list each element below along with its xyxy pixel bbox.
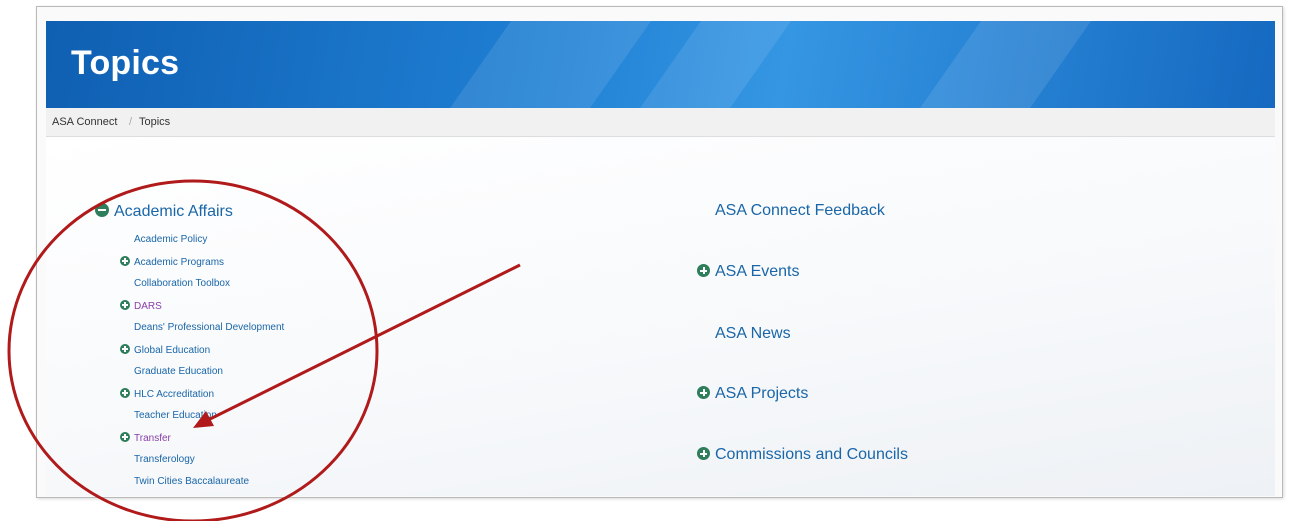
banner-decoration	[616, 21, 806, 108]
expand-icon[interactable]	[697, 386, 710, 399]
subtopic-deans-professional-development[interactable]: Deans' Professional Development	[134, 322, 284, 333]
topic-asa-connect-feedback[interactable]: ASA Connect Feedback	[715, 202, 885, 220]
header-banner: Topics	[46, 21, 1275, 108]
topic-academic-affairs[interactable]: Academic Affairs	[95, 203, 233, 221]
expand-icon[interactable]	[697, 264, 710, 277]
expand-icon[interactable]	[120, 256, 130, 266]
topic-commissions-and-councils[interactable]: Commissions and Councils	[697, 446, 908, 464]
subtopic-collaboration-toolbox[interactable]: Collaboration Toolbox	[134, 278, 230, 289]
subtopic-academic-policy[interactable]: Academic Policy	[134, 234, 207, 245]
page-title: Topics	[71, 44, 180, 82]
subtopic-transfer-label[interactable]: Transfer	[134, 433, 171, 444]
subtopic-global-education[interactable]: Global Education	[120, 344, 210, 356]
breadcrumb-link-asa-connect[interactable]: ASA Connect	[52, 108, 117, 136]
subtopic-dars-label[interactable]: DARS	[134, 301, 162, 312]
subtopic-transferology[interactable]: Transferology	[134, 454, 195, 465]
expand-icon[interactable]	[120, 300, 130, 310]
subtopic-teacher-education[interactable]: Teacher Education	[134, 410, 217, 421]
expand-icon[interactable]	[120, 432, 130, 442]
breadcrumb: ASA Connect / Topics	[46, 108, 1275, 137]
banner-decoration	[426, 21, 666, 108]
expand-icon[interactable]	[697, 447, 710, 460]
subtopic-graduate-education[interactable]: Graduate Education	[134, 366, 223, 377]
topic-asa-events[interactable]: ASA Events	[697, 263, 800, 281]
topic-asa-events-label[interactable]: ASA Events	[715, 263, 800, 280]
topic-asa-projects-label[interactable]: ASA Projects	[715, 385, 808, 402]
subtopic-global-education-label[interactable]: Global Education	[134, 345, 210, 356]
expand-icon[interactable]	[120, 388, 130, 398]
topic-commissions-and-councils-label[interactable]: Commissions and Councils	[715, 446, 908, 463]
subtopic-academic-programs-label[interactable]: Academic Programs	[134, 257, 224, 268]
topic-asa-projects[interactable]: ASA Projects	[697, 385, 808, 403]
subtopic-hlc-accreditation[interactable]: HLC Accreditation	[120, 388, 214, 400]
expand-icon[interactable]	[120, 344, 130, 354]
subtopic-dars[interactable]: DARS	[120, 300, 162, 312]
subtopic-hlc-accreditation-label[interactable]: HLC Accreditation	[134, 389, 214, 400]
topic-asa-news[interactable]: ASA News	[715, 325, 791, 343]
topics-content: Academic Affairs Academic Policy Academi…	[46, 137, 1275, 496]
topic-academic-affairs-label[interactable]: Academic Affairs	[114, 203, 233, 220]
subtopic-academic-programs[interactable]: Academic Programs	[120, 256, 224, 268]
subtopic-transfer[interactable]: Transfer	[120, 432, 171, 444]
collapse-icon[interactable]	[95, 203, 109, 217]
breadcrumb-current: Topics	[139, 116, 171, 128]
breadcrumb-separator: /	[129, 116, 133, 128]
subtopic-twin-cities-baccalaureate[interactable]: Twin Cities Baccalaureate	[134, 476, 249, 487]
banner-decoration	[896, 21, 1106, 108]
